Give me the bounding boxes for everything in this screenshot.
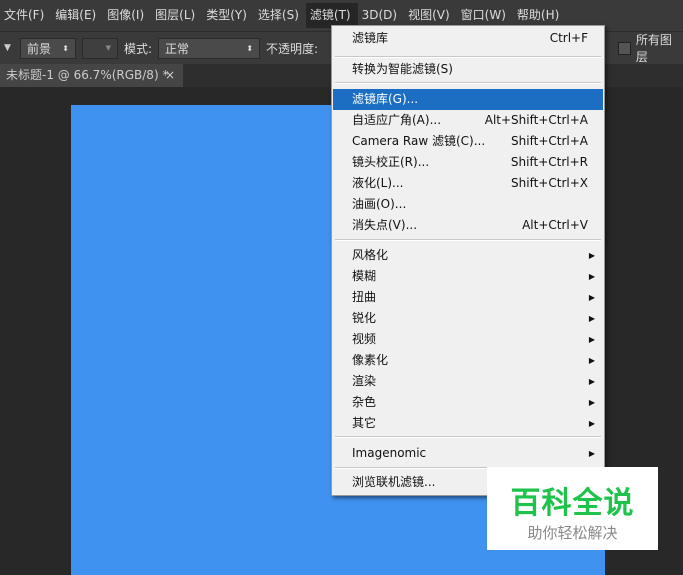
menu-item-label: 视频 [352, 332, 377, 346]
menu-3[interactable]: 图层(L) [151, 3, 202, 28]
menu-item-label: 镜头校正(R)... [352, 155, 430, 169]
menu-item[interactable]: 消失点(V)... Alt+Ctrl+V [333, 215, 603, 236]
separator [335, 82, 601, 84]
shortcut: Alt+Ctrl+V [522, 218, 588, 232]
menu-item-label: Imagenomic [352, 446, 427, 460]
mode-value: 正常 [165, 41, 190, 56]
menu-item[interactable]: 视频 ▶ [333, 329, 603, 350]
shortcut: Shift+Ctrl+A [511, 134, 588, 148]
menu-item-label: 渲染 [352, 374, 377, 388]
menu-0[interactable]: 文件(F) [0, 3, 51, 28]
submenu-arrow-icon: ▶ [588, 293, 595, 302]
menu-item-label: 消失点(V)... [352, 218, 418, 232]
watermark: 百科全说 助你轻松解决 [487, 467, 658, 550]
document-tab[interactable]: 未标题-1 @ 66.7%(RGB/8) * × [0, 64, 183, 87]
menu-item[interactable]: 其它 ▶ [333, 413, 603, 434]
submenu-arrow-icon: ▶ [588, 356, 595, 365]
menu-item[interactable]: 转换为智能滤镜(S) [333, 59, 603, 80]
menu-item[interactable]: 滤镜库(G)... [333, 89, 603, 110]
menu-item[interactable]: Camera Raw 滤镜(C)... Shift+Ctrl+A [333, 131, 603, 152]
submenu-arrow-icon: ▶ [588, 335, 595, 344]
separator [335, 56, 601, 58]
menu-item[interactable]: 扭曲 ▶ [333, 287, 603, 308]
filter-menu: 滤镜库 Ctrl+F 转换为智能滤镜(S) 滤镜库(G)... 自适应广角(A)... A… [331, 25, 605, 496]
opacity-label: 不透明度: [266, 41, 319, 56]
submenu-arrow-icon: ▶ [588, 449, 595, 458]
menu-item[interactable]: 锐化 ▶ [333, 308, 603, 329]
submenu-arrow-icon: ▶ [588, 314, 595, 323]
menu-item-label: 杂色 [352, 395, 377, 409]
menu-item[interactable]: 自适应广角(A)... Alt+Shift+Ctrl+A [333, 110, 603, 131]
menu-item-label: 液化(L)... [352, 176, 404, 190]
watermark-subtitle: 助你轻松解决 [527, 524, 618, 542]
menu-item[interactable]: Imagenomic ▶ [333, 443, 603, 464]
menu-item[interactable]: 渲染 ▶ [333, 371, 603, 392]
chevron-down-icon: ▼ [105, 44, 111, 52]
menu-item-label: 滤镜库(G)... [352, 92, 419, 106]
menu-4[interactable]: 类型(Y) [202, 3, 254, 28]
submenu-arrow-icon: ▶ [588, 272, 595, 281]
menu-item[interactable]: 镜头校正(R)... Shift+Ctrl+R [333, 152, 603, 173]
all-layers-checkbox[interactable] [618, 41, 631, 55]
menu-item[interactable]: 液化(L)... Shift+Ctrl+X [333, 173, 603, 194]
menu-item-label: 其它 [352, 416, 377, 430]
tab-title: 未标题-1 @ 66.7%(RGB/8) * [6, 68, 169, 82]
menu-item[interactable]: 模糊 ▶ [333, 266, 603, 287]
pattern-picker[interactable]: ▼ [82, 37, 118, 59]
shortcut: Alt+Shift+Ctrl+A [484, 113, 588, 127]
shortcut: Shift+Ctrl+X [511, 176, 588, 190]
menu-item-label: 浏览联机滤镜... [352, 475, 436, 489]
menu-item-label: 风格化 [352, 248, 389, 262]
menu-item[interactable]: 像素化 ▶ [333, 350, 603, 371]
all-layers-label: 所有图层 [635, 33, 672, 64]
menu-item-label: 锐化 [352, 311, 377, 325]
menu-item-label: 滤镜库 [352, 31, 389, 45]
menu-item-label: 模糊 [352, 269, 377, 283]
menu-5[interactable]: 选择(S) [254, 3, 306, 28]
updown-icon: ⬍ [62, 43, 69, 53]
menu-item-label: 自适应广角(A)... [352, 113, 442, 127]
menu-item-label: 油画(O)... [352, 197, 407, 211]
source-value: 前景 [27, 41, 52, 56]
submenu-arrow-icon: ▶ [588, 398, 595, 407]
separator [335, 436, 601, 438]
tool-preset-dropdown[interactable]: ▼ [4, 43, 14, 53]
watermark-title: 百科全说 [510, 486, 635, 521]
submenu-arrow-icon: ▶ [588, 377, 595, 386]
mode-select[interactable]: 正常 ⬍ [158, 37, 261, 59]
menu-item[interactable]: 风格化 ▶ [333, 245, 603, 266]
menu-1[interactable]: 编辑(E) [51, 3, 103, 28]
submenu-arrow-icon: ▶ [588, 251, 595, 260]
updown-icon: ⬍ [246, 43, 254, 53]
shortcut: Ctrl+F [549, 31, 588, 45]
menu-item[interactable]: 油画(O)... [333, 194, 603, 215]
separator [335, 239, 601, 241]
submenu-arrow-icon: ▶ [588, 419, 595, 428]
shortcut: Shift+Ctrl+R [510, 155, 588, 169]
menu-item[interactable]: 滤镜库 Ctrl+F [333, 28, 603, 49]
menu-item-label: Camera Raw 滤镜(C)... [352, 134, 486, 148]
menu-item-label: 扭曲 [352, 290, 377, 304]
close-icon[interactable]: × [165, 64, 175, 87]
menu-item-label: 转换为智能滤镜(S) [352, 62, 453, 76]
menu-2[interactable]: 图像(I) [103, 3, 151, 28]
source-select[interactable]: 前景 ⬍ [20, 37, 76, 59]
mode-label: 模式: [124, 41, 153, 56]
menu-item[interactable]: 杂色 ▶ [333, 392, 603, 413]
menu-item-label: 像素化 [352, 353, 389, 367]
